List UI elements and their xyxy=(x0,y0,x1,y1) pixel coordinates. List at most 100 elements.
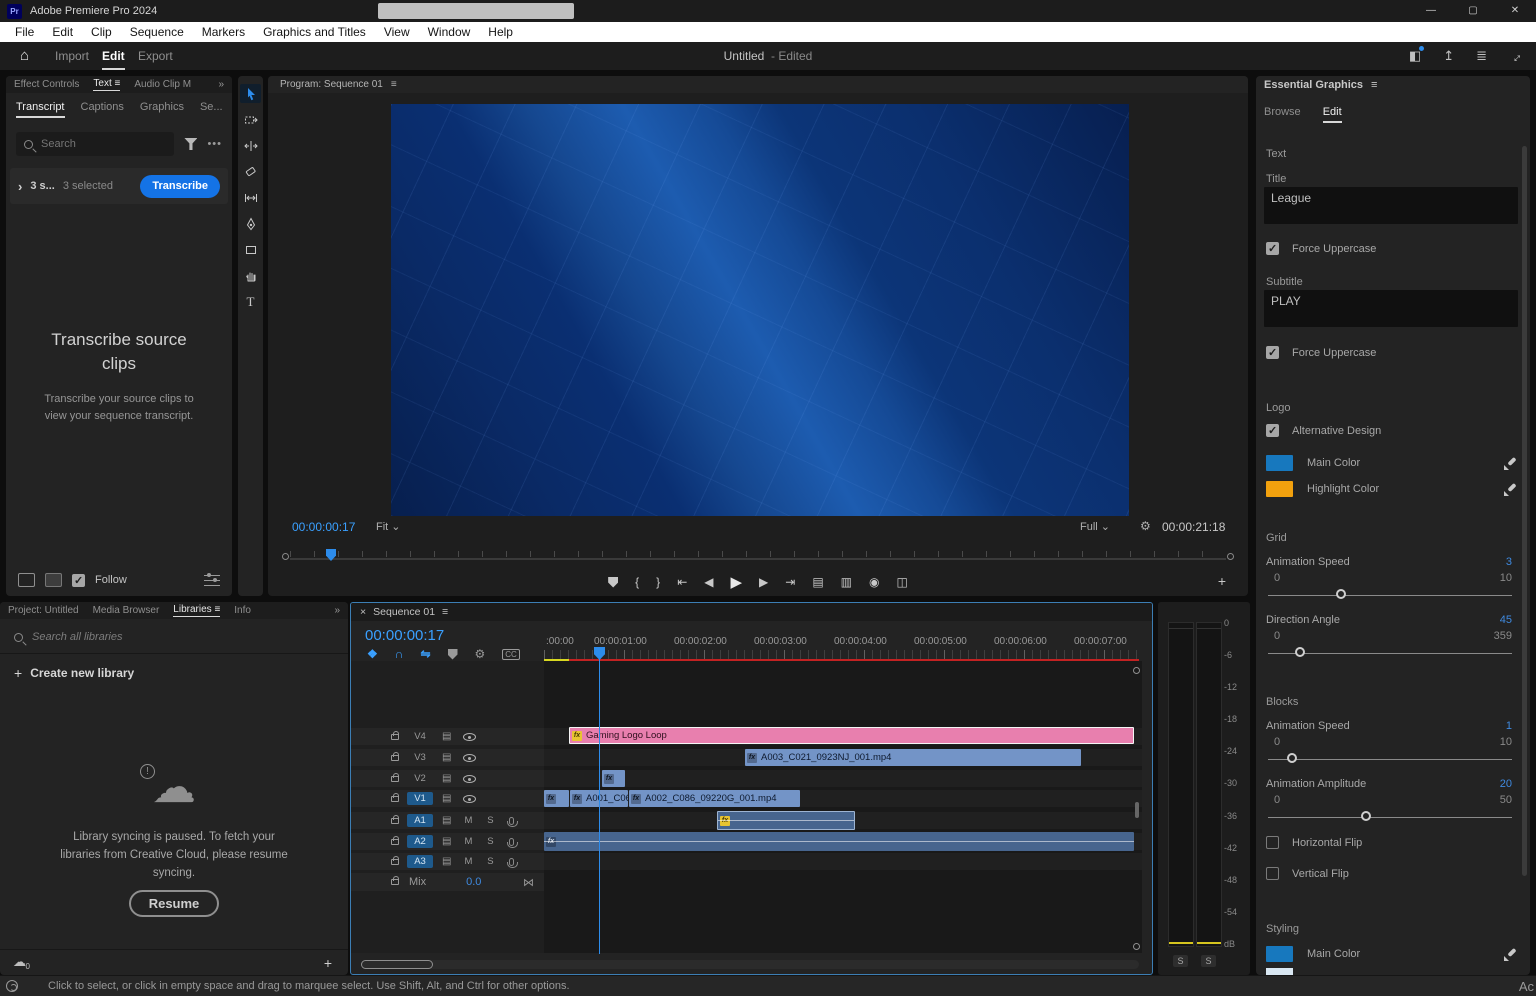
panel-menu-icon[interactable]: ≡ xyxy=(391,79,397,90)
blocks-animation-speed-value[interactable]: 1 xyxy=(1506,720,1512,732)
create-new-library-button[interactable]: + Create new library xyxy=(0,654,348,692)
clip-a003[interactable]: fx A003_C021_0923NJ_001.mp4 xyxy=(745,749,1081,766)
timeline-settings-wrench-icon[interactable]: ⚙ xyxy=(475,647,486,661)
lift-button[interactable]: ▤ xyxy=(812,575,823,589)
eyedropper-icon[interactable] xyxy=(1503,948,1516,961)
lock-icon[interactable] xyxy=(391,734,399,740)
sync-lock-icon[interactable]: ▤ xyxy=(442,773,451,784)
sync-lock-icon[interactable]: ▤ xyxy=(442,815,451,826)
panel-scrollbar[interactable] xyxy=(1522,146,1527,876)
expand-chevron-icon[interactable]: › xyxy=(18,179,22,194)
rectangle-tool[interactable] xyxy=(240,240,261,259)
razor-tool[interactable] xyxy=(240,162,261,181)
tab-text[interactable]: Text ≡ xyxy=(93,78,120,91)
tab-effect-controls[interactable]: Effect Controls xyxy=(14,79,79,90)
horizontal-flip-checkbox[interactable] xyxy=(1266,836,1279,849)
clip-audio-a2[interactable]: fx xyxy=(544,832,1134,851)
timeline-playhead-line[interactable] xyxy=(599,649,600,954)
more-options-icon[interactable]: ••• xyxy=(207,138,222,150)
tab-edit[interactable]: Edit xyxy=(1323,106,1342,123)
quick-export-stack-icon[interactable]: ≣ xyxy=(1476,48,1487,64)
track-visibility-eye-icon[interactable] xyxy=(463,775,476,783)
maximize-button[interactable]: ▢ xyxy=(1452,0,1494,22)
lock-icon[interactable] xyxy=(391,859,399,865)
track-name[interactable]: V2 xyxy=(407,772,433,785)
grid-animation-speed-value[interactable]: 3 xyxy=(1506,556,1512,568)
track-header-v1[interactable]: V1 ▤ xyxy=(351,790,544,807)
clip-gaming-logo-loop[interactable]: fx Gaming Logo Loop xyxy=(569,727,1134,744)
direction-angle-value[interactable]: 45 xyxy=(1500,614,1512,626)
track-name[interactable]: V1 xyxy=(407,792,433,805)
track-name[interactable]: V3 xyxy=(407,751,433,764)
timeline-tab-label[interactable]: Sequence 01 xyxy=(373,606,435,618)
work-area-start-handle[interactable] xyxy=(282,553,289,560)
track-visibility-eye-icon[interactable] xyxy=(463,795,476,803)
alternative-design-checkbox[interactable] xyxy=(1266,424,1279,437)
scrollbar-handle[interactable] xyxy=(361,960,433,969)
tab-media-browser[interactable]: Media Browser xyxy=(93,605,160,616)
step-back-button[interactable]: ◀ xyxy=(704,575,713,589)
button-editor-plus[interactable]: + xyxy=(1218,573,1226,589)
voiceover-record-mic-icon[interactable] xyxy=(509,838,514,846)
track-header-v3[interactable]: V3 ▤ xyxy=(351,749,544,766)
track-select-forward-tool[interactable] xyxy=(240,110,261,129)
selection-tool[interactable] xyxy=(240,84,261,103)
export-frame-button[interactable]: ◉ xyxy=(869,575,879,589)
keyframe-toggle-icon[interactable]: ⋈ xyxy=(523,876,534,889)
track-header-mix[interactable]: Mix 0.0 ⋈ xyxy=(351,873,544,891)
timeline-vertical-scrollbar[interactable] xyxy=(1133,667,1141,950)
solo-button[interactable]: S xyxy=(485,815,495,826)
caption-blocks-view-icon[interactable] xyxy=(18,573,35,587)
tab-transcript[interactable]: Transcript xyxy=(16,101,65,118)
solo-button[interactable]: S xyxy=(1201,955,1216,967)
tab-audio-clip-mixer[interactable]: Audio Clip M xyxy=(134,79,191,90)
force-uppercase-checkbox[interactable] xyxy=(1266,242,1279,255)
mute-button[interactable]: M xyxy=(463,815,473,826)
menu-graphics-titles[interactable]: Graphics and Titles xyxy=(254,22,375,42)
tab-browse[interactable]: Browse xyxy=(1264,106,1301,123)
playback-resolution-dropdown[interactable]: Full ⌄ xyxy=(1080,520,1110,533)
search-input[interactable] xyxy=(41,138,131,150)
type-tool[interactable]: T xyxy=(240,292,261,311)
subtitle-field[interactable]: PLAY xyxy=(1264,290,1518,327)
track-visibility-eye-icon[interactable] xyxy=(463,754,476,762)
close-button[interactable]: ✕ xyxy=(1494,0,1536,22)
tab-captions[interactable]: Captions xyxy=(81,101,124,118)
new-library-item-button[interactable]: + xyxy=(324,955,332,971)
program-video-frame[interactable] xyxy=(391,104,1129,516)
panel-menu-icon[interactable]: ≡ xyxy=(442,606,448,618)
extract-button[interactable]: ▥ xyxy=(841,575,852,589)
menu-clip[interactable]: Clip xyxy=(82,22,121,42)
partial-color-swatch[interactable] xyxy=(1266,968,1293,975)
hand-tool[interactable] xyxy=(240,266,261,285)
mark-in-button[interactable]: { xyxy=(635,575,639,589)
voiceover-record-mic-icon[interactable] xyxy=(509,817,514,825)
lock-icon[interactable] xyxy=(391,755,399,761)
pen-tool[interactable] xyxy=(240,214,261,233)
mix-volume-value[interactable]: 0.0 xyxy=(466,876,481,888)
eyedropper-icon[interactable] xyxy=(1503,457,1516,470)
track-header-a3[interactable]: A3 ▤ M S xyxy=(351,853,544,870)
share-icon[interactable]: ↥ xyxy=(1443,48,1454,64)
minimize-button[interactable]: — xyxy=(1410,0,1452,22)
track-header-a2[interactable]: A2 ▤ M S xyxy=(351,833,544,850)
step-forward-button[interactable]: ▶ xyxy=(759,575,768,589)
go-to-out-button[interactable]: ⇥ xyxy=(785,575,795,589)
cloud-sync-status-icon[interactable]: ☁0 xyxy=(13,954,26,970)
track-header-v4[interactable]: V4 ▤ xyxy=(351,728,544,745)
track-name[interactable]: A3 xyxy=(407,855,433,868)
sync-lock-icon[interactable]: ▤ xyxy=(442,836,451,847)
timeline-ruler[interactable]: :00:00 00:00:01:00 00:00:02:00 00:00:03:… xyxy=(351,636,1152,648)
track-name[interactable]: A2 xyxy=(407,835,433,848)
transcribe-button[interactable]: Transcribe xyxy=(140,175,220,198)
slip-tool[interactable] xyxy=(240,188,261,207)
sync-lock-icon[interactable]: ▤ xyxy=(442,793,451,804)
menu-edit[interactable]: Edit xyxy=(43,22,82,42)
resume-sync-button[interactable]: Resume xyxy=(129,890,220,917)
zoom-level-dropdown[interactable]: Fit ⌄ xyxy=(376,520,401,533)
grid-animation-speed-slider[interactable] xyxy=(1268,589,1512,603)
tab-info[interactable]: Info xyxy=(234,605,251,616)
tab-project[interactable]: Project: Untitled xyxy=(8,605,79,616)
main-color-swatch[interactable] xyxy=(1266,455,1293,471)
animation-amplitude-value[interactable]: 20 xyxy=(1500,778,1512,790)
